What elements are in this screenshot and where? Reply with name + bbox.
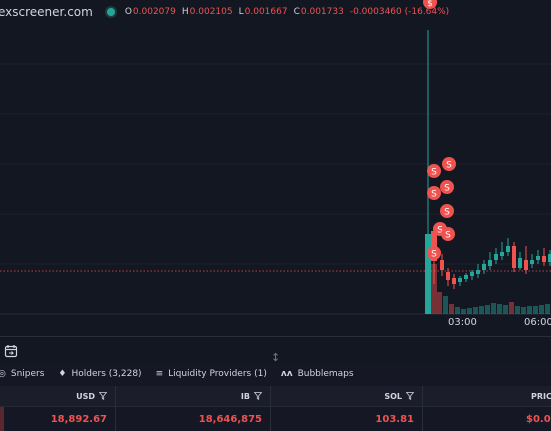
candle	[530, 260, 534, 264]
volume-bar	[521, 307, 526, 314]
sell-marker-label: S	[431, 250, 437, 260]
tab-snipers[interactable]: ◎ Snipers	[0, 369, 44, 379]
candle	[464, 275, 468, 279]
volume-bar	[467, 308, 472, 314]
crosshair-icon: ◎	[0, 369, 6, 379]
col-price[interactable]: PRICE	[423, 386, 551, 406]
sell-marker-label: S	[431, 190, 437, 200]
volume-bar	[533, 306, 538, 314]
x-tick-0300: 03:00	[448, 317, 477, 328]
candle	[446, 272, 450, 280]
candle	[524, 260, 528, 270]
volume-bar	[515, 306, 520, 314]
candle	[452, 278, 456, 284]
price-chart[interactable]: SSSSSS SS	[0, 24, 551, 324]
cell-sol: 103.81	[271, 407, 423, 431]
candle	[470, 272, 474, 276]
list-icon: ≡	[155, 369, 164, 379]
candle	[425, 234, 431, 314]
tab-holders[interactable]: ♦ Holders (3,228)	[58, 369, 141, 379]
volume-bar	[455, 307, 460, 314]
col-sol[interactable]: SOL	[271, 386, 423, 406]
volume-bar	[545, 304, 550, 314]
top-marker-layer: $	[423, 0, 437, 9]
filter-icon[interactable]	[406, 392, 414, 400]
volume-bar	[497, 304, 502, 314]
table-header: USD IB SOL PRICE	[0, 386, 551, 407]
candle	[476, 270, 480, 274]
volume-bar	[443, 296, 448, 314]
volume-bar	[527, 306, 532, 314]
candle	[506, 246, 510, 252]
cell-ib: 18,646,875	[116, 407, 271, 431]
volume-bar	[473, 307, 478, 314]
candle	[518, 258, 522, 268]
sell-marker-label: S	[431, 168, 437, 178]
sell-marker-label: S	[445, 231, 451, 241]
candle	[542, 256, 546, 262]
x-tick-0600: 06:00	[524, 317, 551, 328]
sell-marker-top[interactable]: $	[423, 0, 437, 9]
candle	[482, 264, 486, 270]
volume-bar	[485, 305, 490, 314]
candle	[488, 260, 492, 266]
col-ib[interactable]: IB	[116, 386, 271, 406]
bubblemaps-icon: ʌʌ	[280, 369, 293, 379]
sell-marker-label: S	[444, 184, 450, 194]
sell-marker-label: S	[444, 208, 450, 218]
candle	[500, 252, 504, 256]
svg-text:$: $	[427, 0, 433, 9]
bottom-tabs: ◎ Snipers ♦ Holders (3,228) ≡ Liquidity …	[0, 363, 551, 385]
diamond-icon: ♦	[58, 369, 67, 379]
filter-icon[interactable]	[99, 392, 107, 400]
table-row[interactable]: 18,892.67 18,646,875 103.81 $0.00	[0, 407, 551, 431]
tab-bubblemaps[interactable]: ʌʌ Bubblemaps	[281, 369, 354, 379]
filter-icon[interactable]	[254, 392, 262, 400]
candle	[440, 260, 444, 270]
candle	[536, 256, 540, 260]
cell-usd: 18,892.67	[0, 407, 116, 431]
candle	[512, 246, 516, 268]
volume-bar	[449, 304, 454, 314]
volume-bar	[437, 292, 442, 314]
sell-marker-label: S	[446, 161, 452, 171]
calendar-range-icon[interactable]	[4, 343, 18, 362]
tab-liquidity-providers[interactable]: ≡ Liquidity Providers (1)	[156, 369, 267, 379]
volume-bar	[479, 306, 484, 314]
candle	[494, 254, 498, 260]
volume-bar	[491, 303, 496, 314]
volume-bar	[509, 302, 514, 314]
candle	[458, 278, 462, 282]
volume-bar	[461, 309, 466, 314]
volume-bar	[539, 305, 544, 314]
volume-bar	[503, 305, 508, 314]
cell-price: $0.00	[526, 413, 551, 425]
col-usd[interactable]: USD	[0, 386, 116, 406]
